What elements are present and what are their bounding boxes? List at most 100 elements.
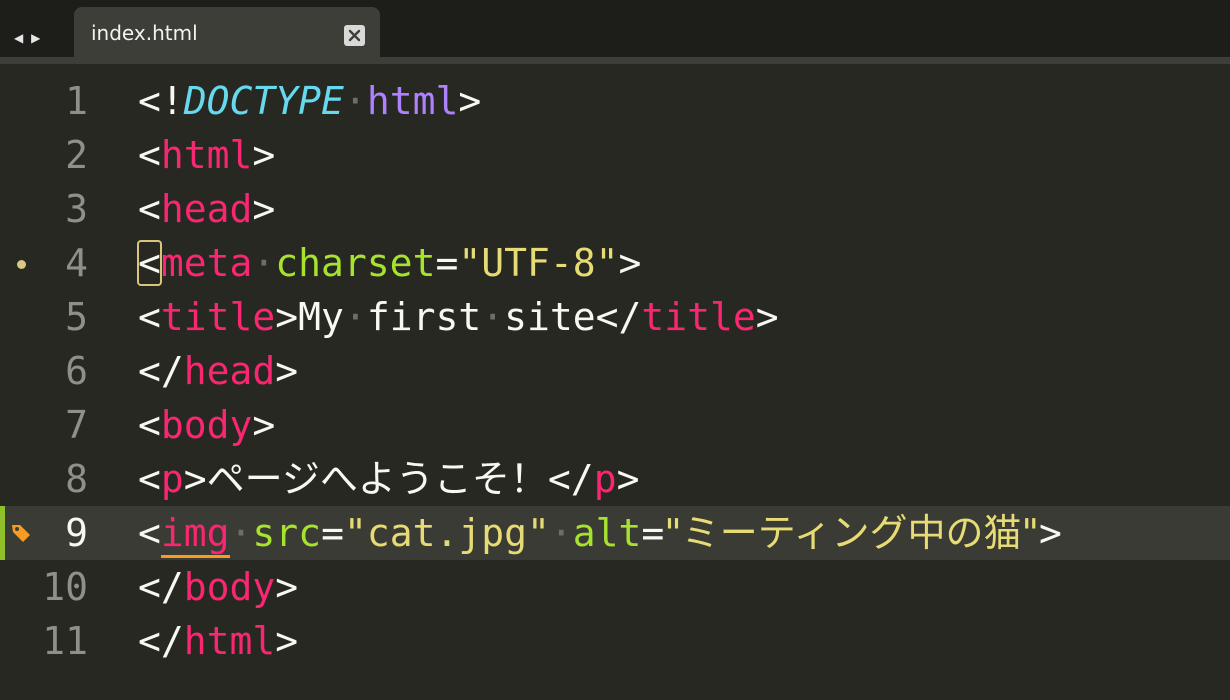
token-text: site	[504, 295, 596, 339]
token-punct: >	[252, 403, 276, 447]
token-doctype: DOCTYPE	[183, 79, 344, 123]
token-punct: </	[138, 619, 184, 663]
token-punct: <!	[138, 79, 184, 123]
token-punct: <	[138, 187, 161, 231]
token-tag: p	[593, 457, 617, 501]
token-punct: <	[138, 403, 161, 447]
token-tag: head	[183, 349, 276, 393]
line-number: 5	[65, 295, 88, 339]
token-tag: head	[160, 187, 253, 231]
token-punct: =	[435, 241, 459, 285]
code-line[interactable]: 6 </head>	[0, 344, 1230, 398]
token-punct: </	[547, 457, 594, 501]
token-punct: >	[275, 619, 299, 663]
token-tag-underlined: img	[160, 511, 230, 558]
token-tag: body	[160, 403, 253, 447]
code-line-current[interactable]: 9 <img·src="cat.jpg"·alt="ミーティング中の猫">	[0, 506, 1230, 560]
token-tag: meta	[160, 241, 253, 285]
line-number: 11	[42, 619, 88, 663]
token-punct: >	[275, 349, 299, 393]
token-punct: </	[595, 295, 642, 339]
code-line[interactable]: 8 <p>ページへようこそ！</p>	[0, 452, 1230, 506]
token-whitespace: ·	[549, 511, 573, 555]
line-number: 1	[65, 79, 88, 123]
code-editor[interactable]: 1 <!DOCTYPE·html> 2 <html> 3 <head> 4 <m…	[0, 74, 1230, 668]
line-number: 10	[42, 565, 88, 609]
token-punct: =	[641, 511, 665, 555]
token-attribute: src	[252, 511, 322, 555]
token-tag: p	[160, 457, 184, 501]
token-punct: </	[138, 565, 184, 609]
token-whitespace: ·	[343, 79, 367, 123]
token-punct: >	[618, 241, 642, 285]
token-whitespace: ·	[343, 295, 367, 339]
line-code: <p>ページへようこそ！</p>	[138, 456, 639, 502]
line-code: <body>	[138, 402, 275, 448]
token-text: My	[298, 295, 344, 339]
token-tag: html	[160, 133, 253, 177]
line-code: </head>	[138, 348, 298, 394]
token-string: "ミーティング中の猫"	[664, 511, 1039, 555]
token-punct: >	[275, 295, 299, 339]
tab-index-html[interactable]: index.html	[74, 7, 380, 64]
line-number: 9	[65, 511, 88, 555]
tab-forward-icon[interactable]: ▶	[31, 31, 42, 45]
line-number: 8	[65, 457, 88, 501]
code-line[interactable]: 2 <html>	[0, 128, 1230, 182]
token-punct: </	[138, 349, 184, 393]
token-attribute: alt	[572, 511, 642, 555]
token-punct: >	[252, 187, 276, 231]
token-tag: title	[641, 295, 756, 339]
line-number: 7	[65, 403, 88, 447]
token-whitespace: ·	[481, 295, 505, 339]
token-tag: html	[183, 619, 276, 663]
token-attribute: charset	[275, 241, 436, 285]
line-number: 3	[65, 187, 88, 231]
token-punct: >	[458, 79, 482, 123]
token-doctype-value: html	[366, 79, 459, 123]
line-code: </body>	[138, 564, 298, 610]
tab-back-icon[interactable]: ◀	[14, 31, 25, 45]
token-text: ページへようこそ！	[206, 457, 548, 501]
code-line[interactable]: 11 </html>	[0, 614, 1230, 668]
token-tag: title	[160, 295, 276, 339]
token-punct: <	[138, 295, 161, 339]
line-number: 4	[65, 241, 88, 285]
token-punct: <	[138, 511, 161, 555]
close-icon[interactable]	[344, 25, 365, 46]
token-punct: <	[138, 457, 161, 501]
token-punct: >	[183, 457, 207, 501]
line-code: <title>My·first·site</title>	[138, 294, 779, 340]
line-code: <head>	[138, 186, 275, 232]
token-tag: body	[183, 565, 276, 609]
code-line[interactable]: 10 </body>	[0, 560, 1230, 614]
code-line[interactable]: 7 <body>	[0, 398, 1230, 452]
token-punct: >	[1038, 511, 1062, 555]
token-text: first	[366, 295, 482, 339]
token-punct: =	[321, 511, 344, 555]
tab-nav-arrows: ◀ ▶	[14, 31, 42, 45]
code-line[interactable]: 1 <!DOCTYPE·html>	[0, 74, 1230, 128]
code-line[interactable]: 4 <meta·charset="UTF-8">	[0, 236, 1230, 290]
code-line[interactable]: 3 <head>	[0, 182, 1230, 236]
matched-bracket: <	[137, 240, 162, 286]
token-punct: >	[275, 565, 299, 609]
line-code: <meta·charset="UTF-8">	[137, 240, 642, 286]
line-code: <img·src="cat.jpg"·alt="ミーティング中の猫">	[138, 510, 1062, 558]
line-number: 6	[65, 349, 88, 393]
token-string: "cat.jpg"	[343, 511, 550, 555]
token-string: "UTF-8"	[458, 241, 619, 285]
tab-title: index.html	[91, 21, 198, 45]
code-line[interactable]: 5 <title>My·first·site</title>	[0, 290, 1230, 344]
line-code: </html>	[138, 618, 298, 664]
token-whitespace: ·	[229, 511, 253, 555]
token-punct: >	[252, 133, 276, 177]
token-whitespace: ·	[252, 241, 276, 285]
line-code: <!DOCTYPE·html>	[138, 78, 481, 124]
line-number: 2	[65, 133, 88, 177]
line-code: <html>	[138, 132, 275, 178]
token-punct: <	[138, 133, 161, 177]
modified-dot-icon	[17, 260, 26, 269]
tab-bar: ◀ ▶ index.html	[0, 0, 1230, 64]
token-punct: >	[755, 295, 779, 339]
